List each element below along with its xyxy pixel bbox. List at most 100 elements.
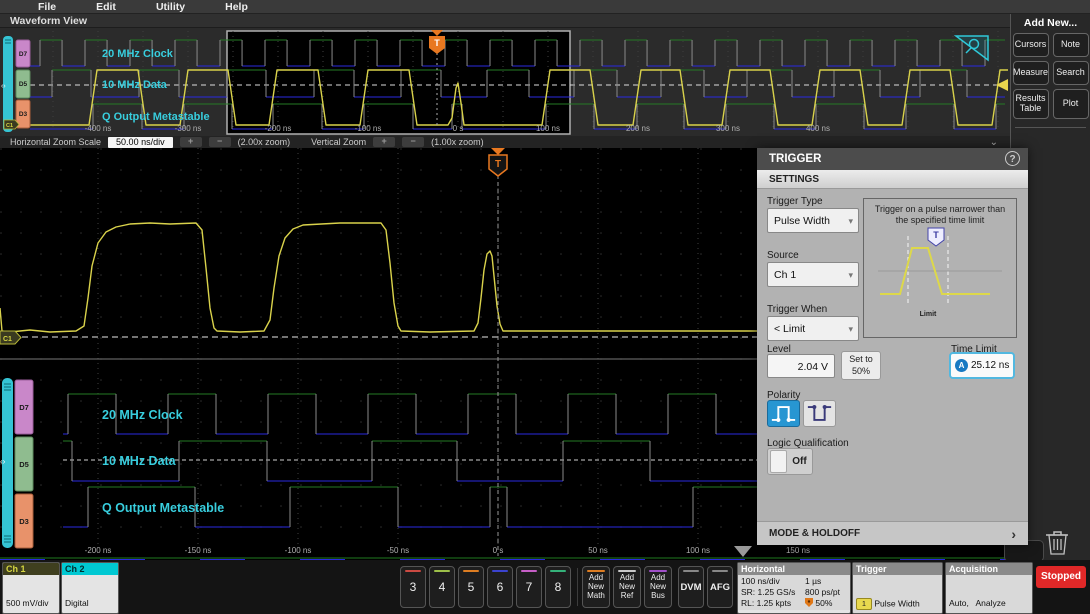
overview-axis-ticks: -400 ns -300 ns -200 ns -100 ns 0 s 100 ns 200…	[85, 124, 830, 133]
svg-text:T: T	[933, 230, 939, 240]
negative-pulse-icon	[807, 404, 832, 421]
svg-text:-100 ns: -100 ns	[355, 124, 382, 133]
add-measure-button[interactable]: Measure	[1012, 61, 1049, 85]
svg-text:D5: D5	[19, 460, 29, 469]
polarity-negative-button[interactable]	[803, 400, 836, 427]
trigger-when-label: Trigger When	[767, 304, 828, 315]
add-new-ref-button[interactable]: Add New Ref	[613, 566, 641, 608]
trigger-type-dropdown[interactable]: Pulse Width ▾	[767, 208, 859, 233]
h-zoom-minus-button[interactable]: −	[208, 137, 231, 147]
main-axis-ticks: -200 ns -150 ns -100 ns -50 ns 0 s 50 ns 100 n…	[85, 546, 810, 555]
clock-label-overview: 20 MHz Clock	[102, 48, 174, 60]
afg-button[interactable]: AFG	[707, 566, 733, 608]
collapse-chevron-icon[interactable]: ⌄	[990, 137, 998, 148]
add-new-title: Add New...	[1023, 17, 1078, 29]
mode-holdoff-section[interactable]: MODE & HOLDOFF ›	[757, 521, 1028, 545]
trigger-when-dropdown[interactable]: < Limit ▾	[767, 316, 859, 341]
svg-text:C1: C1	[6, 123, 13, 129]
add-search-button[interactable]: Search	[1052, 61, 1089, 85]
add-results-table-button[interactable]: Results Table	[1012, 89, 1049, 119]
channel-3-button[interactable]: 3	[400, 566, 426, 608]
chevron-right-icon: ›	[1011, 526, 1016, 542]
set-to-50-button[interactable]: Set to 50%	[841, 351, 881, 380]
svg-text:100 ns: 100 ns	[686, 546, 710, 555]
channel-7-button[interactable]: 7	[516, 566, 542, 608]
q-output-label-main: Q Output Metastable	[102, 501, 224, 515]
ch2-badge[interactable]: Ch 2 Digital ∕: 2 V	[61, 562, 119, 614]
svg-text:-200 ns: -200 ns	[85, 546, 112, 555]
svg-text:-100 ns: -100 ns	[285, 546, 312, 555]
svg-text:50 ns: 50 ns	[588, 546, 608, 555]
source-dropdown[interactable]: Ch 1 ▾	[767, 262, 859, 287]
menu-edit[interactable]: Edit	[96, 1, 116, 13]
divider	[577, 568, 578, 606]
v-zoom-plus-button[interactable]: +	[373, 137, 396, 147]
chevron-down-icon: ▾	[848, 216, 853, 226]
source-1-key-icon: 1	[856, 598, 872, 611]
chevron-down-icon: ▾	[848, 270, 853, 280]
zoom-scale-bar: Horizontal Zoom Scale 50.00 ns/div + − (…	[0, 136, 1010, 148]
waveform-view-title: Waveform View	[0, 14, 1010, 28]
positive-pulse-icon	[771, 406, 796, 423]
trigger-badge[interactable]: Trigger 1 Pulse Width < 25.12 ns 2.04 V	[852, 562, 943, 614]
svg-text:-400 ns: -400 ns	[85, 124, 112, 133]
v-zoom-minus-button[interactable]: −	[402, 137, 425, 147]
menu-help[interactable]: Help	[225, 1, 248, 13]
channel-8-button[interactable]: 8	[545, 566, 571, 608]
ch1-badge[interactable]: Ch 1 500 mV/div ⊙DS 500 MHz	[2, 562, 60, 614]
menu-utility[interactable]: Utility	[156, 1, 185, 13]
add-new-bus-button[interactable]: Add New Bus	[644, 566, 672, 608]
trash-icon	[1046, 531, 1068, 555]
svg-text:D3: D3	[19, 517, 29, 526]
sidebar-divider	[1015, 127, 1086, 128]
time-limit-input[interactable]: A 25.12 ns	[949, 352, 1015, 379]
help-icon[interactable]: ?	[1005, 151, 1020, 166]
svg-text:C1: C1	[3, 336, 12, 343]
chevron-down-icon: ▾	[848, 324, 853, 334]
add-cursors-button[interactable]: Cursors	[1012, 33, 1049, 57]
toggle-knob	[770, 450, 787, 473]
trigger-panel-title: TRIGGER	[757, 148, 1028, 170]
svg-text:Limit: Limit	[920, 311, 937, 318]
svg-text:200 ns: 200 ns	[626, 124, 650, 133]
panel-anchor-arrow-icon	[734, 546, 752, 557]
acquisition-badge[interactable]: Acquisition Auto, Analyze High Res: 13 b…	[945, 562, 1033, 614]
add-plot-button[interactable]: Plot	[1052, 89, 1089, 119]
data-label-main: 10 MHz Data	[102, 454, 177, 468]
knob-a-icon: A	[955, 359, 968, 372]
svg-text:D7: D7	[19, 403, 29, 412]
svg-text:400 ns: 400 ns	[806, 124, 830, 133]
v-zoom-label: Vertical Zoom	[311, 137, 367, 147]
badge-bar: Ch 1 500 mV/div ⊙DS 500 MHz Ch 2 Digital…	[0, 560, 1090, 614]
trigger-panel: TRIGGER ? SETTINGS Trigger Type Pulse Wi…	[757, 148, 1028, 545]
svg-text:D7: D7	[19, 51, 28, 58]
svg-text:D3: D3	[19, 111, 28, 118]
h-zoom-plus-button[interactable]: +	[179, 137, 202, 147]
zoom-overlay-icon[interactable]	[953, 35, 989, 62]
add-note-button[interactable]: Note	[1052, 33, 1089, 57]
channel-6-button[interactable]: 6	[487, 566, 513, 608]
logic-qualification-toggle[interactable]: Off	[767, 448, 813, 475]
menu-file[interactable]: File	[38, 1, 56, 13]
q-output-label-overview: Q Output Metastable	[102, 111, 210, 123]
dvm-button[interactable]: DVM	[678, 566, 704, 608]
svg-text:T: T	[434, 38, 440, 48]
svg-text:150 ns: 150 ns	[786, 546, 810, 555]
add-new-math-button[interactable]: Add New Math	[582, 566, 610, 608]
svg-text:100 ns: 100 ns	[536, 124, 560, 133]
polarity-positive-button[interactable]	[767, 400, 800, 427]
delete-drop-zone[interactable]	[1042, 527, 1072, 562]
v-zoom-factor: (1.00x zoom)	[431, 137, 484, 147]
run-stop-status-button[interactable]: Stopped	[1036, 566, 1086, 588]
channel-4-button[interactable]: 4	[429, 566, 455, 608]
expand-icon[interactable]: ‹›	[0, 457, 6, 466]
trigger-flag-icon: T	[927, 227, 945, 247]
tab-settings[interactable]: SETTINGS	[757, 170, 1028, 189]
svg-text:300 ns: 300 ns	[716, 124, 740, 133]
h-zoom-scale-input[interactable]: 50.00 ns/div	[108, 136, 173, 148]
level-input[interactable]: 2.04 V	[767, 354, 835, 378]
svg-text:-300 ns: -300 ns	[175, 124, 202, 133]
expand-icon[interactable]: ‹›	[1, 83, 6, 90]
horizontal-badge[interactable]: Horizontal 100 ns/div 1 µs SR: 1.25 GS/s 8…	[737, 562, 851, 614]
channel-5-button[interactable]: 5	[458, 566, 484, 608]
